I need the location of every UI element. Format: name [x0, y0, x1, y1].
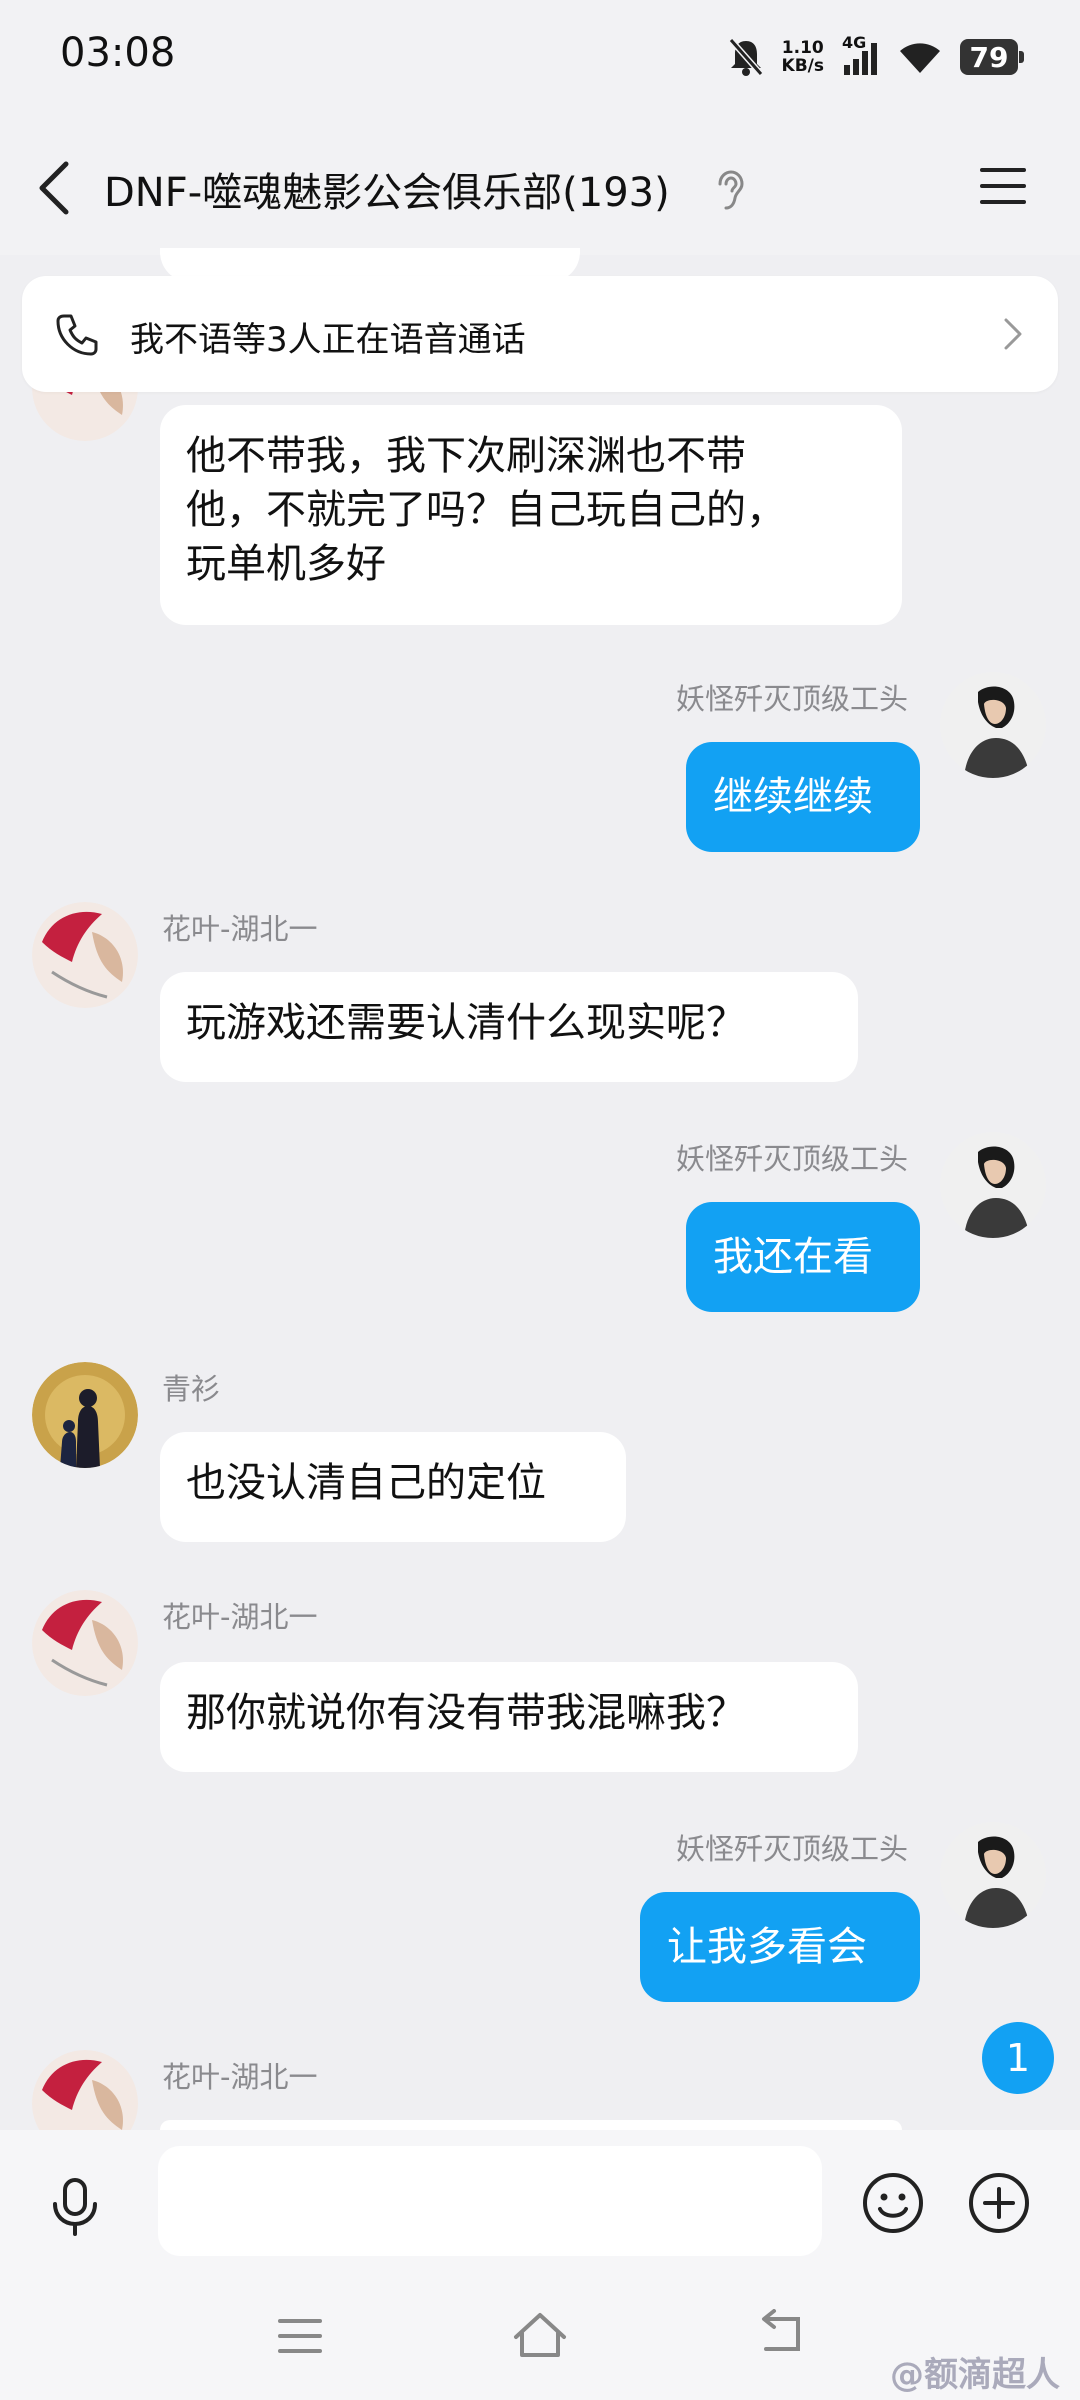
avatar[interactable]: [32, 1590, 138, 1696]
mute-bell-icon: [728, 38, 763, 76]
system-nav-bar: @额滴超人: [0, 2275, 1080, 2400]
watermark: @额滴超人: [890, 2355, 1060, 2395]
message-bubble-outgoing[interactable]: 我还在看: [686, 1202, 920, 1312]
message-text-line: 他不带我，我下次刷深渊也不带: [186, 433, 746, 479]
message-bubble[interactable]: 玩游戏还需要认清什么现实呢？: [160, 972, 858, 1082]
net-speed: 1.10 KB/s: [782, 39, 824, 75]
wifi-icon: [900, 43, 940, 73]
back-icon[interactable]: [30, 158, 80, 218]
net-speed-value: 1.10: [781, 38, 824, 58]
message-bubble[interactable]: 也没认清自己的定位: [160, 1432, 626, 1542]
phone-icon: [56, 314, 98, 356]
message-text-line: 玩单机多好: [186, 541, 386, 587]
ear-icon[interactable]: [712, 168, 746, 212]
status-icons: 1.10 KB/s 4G 79: [728, 33, 1024, 80]
chat-title[interactable]: DNF-噬魂魅影公会俱乐部(193): [104, 160, 670, 218]
message-bubble[interactable]: [160, 2120, 902, 2130]
avatar[interactable]: [32, 1362, 138, 1468]
voice-call-text: 我不语等3人正在语音通话: [130, 320, 526, 360]
message-bubble[interactable]: 他不带我，我下次刷深渊也不带 他，不就完了吗？自己玩自己的， 玩单机多好: [160, 405, 902, 625]
emoji-icon[interactable]: [860, 2170, 926, 2236]
nav-back-icon[interactable]: [752, 2309, 810, 2361]
sender-name: 花叶-湖北一: [162, 2060, 318, 2094]
input-bar: [0, 2130, 1080, 2275]
message-bubble-outgoing[interactable]: 让我多看会: [640, 1892, 920, 2002]
message-input[interactable]: [158, 2146, 822, 2256]
message-text-line: 他，不就完了吗？自己玩自己的，: [186, 487, 786, 533]
sender-name: 妖怪歼灭顶级工头: [675, 682, 908, 716]
cell-signal-icon: 4G: [842, 33, 880, 77]
voice-call-banner[interactable]: 我不语等3人正在语音通话: [22, 276, 1058, 392]
status-time: 03:08: [60, 30, 176, 76]
sender-name: 青衫: [162, 1372, 221, 1406]
net-speed-unit: KB/s: [781, 56, 824, 76]
sender-name: 妖怪歼灭顶级工头: [675, 1832, 908, 1866]
nav-menu-icon[interactable]: [276, 2315, 324, 2357]
avatar[interactable]: [940, 1132, 1046, 1238]
avatar[interactable]: [940, 1822, 1046, 1928]
nav-home-icon[interactable]: [510, 2309, 570, 2361]
status-bar: 03:08 1.10 KB/s 4G 79: [0, 0, 1080, 120]
message-bubble-outgoing[interactable]: 继续继续: [686, 742, 920, 852]
mic-icon[interactable]: [42, 2174, 108, 2240]
avatar[interactable]: [940, 672, 1046, 778]
plus-icon[interactable]: [966, 2170, 1032, 2236]
sender-name: 花叶-湖北一: [162, 912, 318, 946]
message-bubble[interactable]: 那你就说你有没有带我混嘛我？: [160, 1662, 858, 1772]
menu-icon[interactable]: [978, 164, 1028, 208]
chevron-right-icon: [1004, 318, 1022, 350]
unread-badge[interactable]: 1: [982, 2022, 1054, 2094]
sender-name: 花叶-湖北一: [162, 1600, 318, 1634]
battery-level: 79: [969, 40, 1009, 74]
sender-name: 妖怪歼灭顶级工头: [675, 1142, 908, 1176]
avatar[interactable]: [32, 2050, 138, 2130]
chat-header: DNF-噬魂魅影公会俱乐部(193): [0, 120, 1080, 255]
battery-icon: 79: [960, 39, 1024, 75]
avatar[interactable]: [32, 902, 138, 1008]
